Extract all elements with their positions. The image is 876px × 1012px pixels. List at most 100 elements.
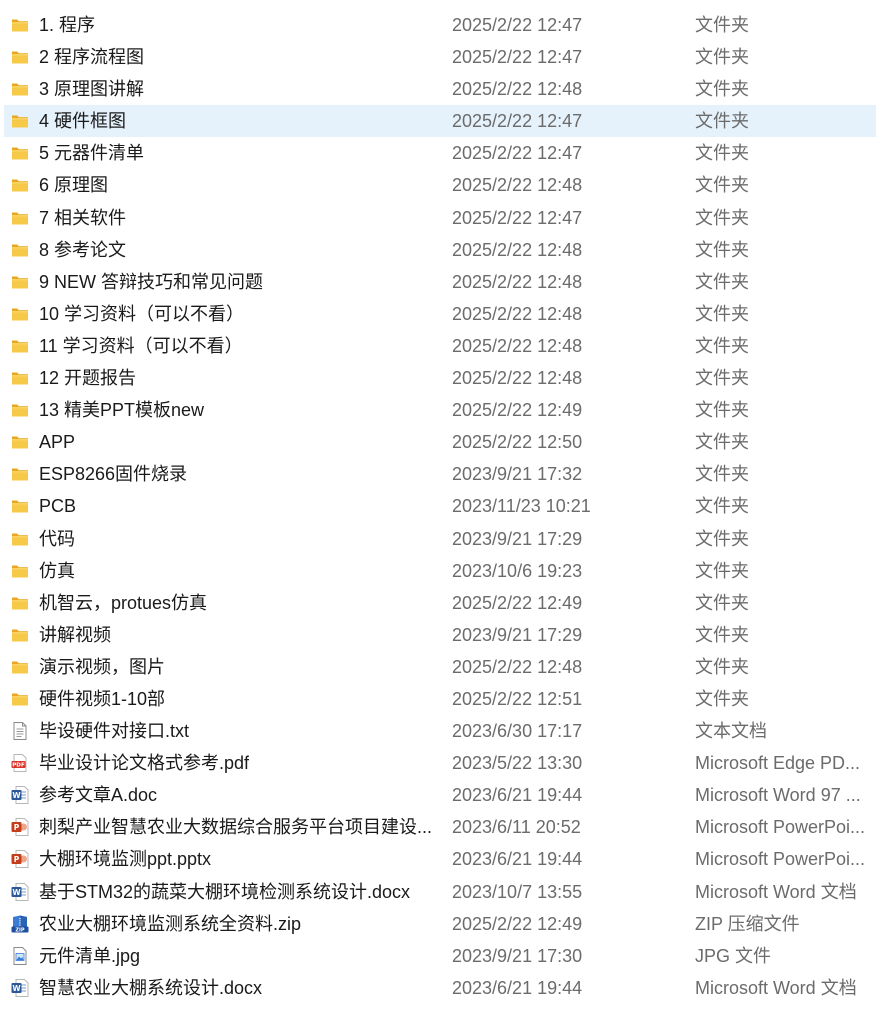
folder-icon — [10, 143, 30, 163]
file-type: 文件夹 — [695, 303, 749, 324]
file-row[interactable]: W 智慧农业大棚系统设计.docx 2023/6/21 19:44 Microsoft… — [0, 972, 876, 1004]
file-row[interactable]: 机智云，protues仿真 2025/2/22 12:49 文件夹 — [0, 587, 876, 619]
word-file-icon: W — [10, 978, 30, 998]
file-row[interactable]: 仿真 2023/10/6 19:23 文件夹 — [0, 555, 876, 587]
folder-icon — [10, 464, 30, 484]
file-name: 代码 — [39, 528, 75, 549]
file-name: 刺梨产业智慧农业大数据综合服务平台项目建设... — [39, 817, 433, 838]
file-date-modified: 2025/2/22 12:49 — [452, 400, 583, 421]
file-date-modified: 2025/2/22 12:49 — [452, 592, 583, 613]
file-date-modified: 2025/2/22 12:49 — [452, 913, 583, 934]
folder-icon — [10, 496, 30, 516]
folder-icon — [10, 657, 30, 677]
file-row[interactable]: 2 程序流程图 2025/2/22 12:47 文件夹 — [0, 41, 876, 73]
file-name: 基于STM32的蔬菜大棚环境检测系统设计.docx — [39, 881, 411, 902]
file-name: 农业大棚环境监测系统全资料.zip — [39, 913, 302, 934]
folder-icon — [10, 529, 30, 549]
file-row[interactable]: P 刺梨产业智慧农业大数据综合服务平台项目建设... 2023/6/11 20:52… — [0, 811, 876, 843]
file-name: 3 原理图讲解 — [39, 79, 145, 100]
file-row[interactable]: 4 硬件框图 2025/2/22 12:47 文件夹 — [0, 105, 876, 138]
file-type: 文件夹 — [695, 432, 749, 453]
file-type: 文件夹 — [695, 528, 749, 549]
file-date-modified: 2023/6/21 19:44 — [452, 977, 583, 998]
file-name: ESP8266固件烧录 — [39, 464, 188, 485]
folder-icon — [10, 175, 30, 195]
file-date-modified: 2023/6/30 17:17 — [452, 721, 583, 742]
file-type: 文件夹 — [695, 143, 749, 164]
svg-text:ZIP: ZIP — [15, 927, 24, 933]
file-date-modified: 2025/2/22 12:48 — [452, 368, 583, 389]
file-date-modified: 2023/10/7 13:55 — [452, 881, 583, 902]
file-name: 仿真 — [39, 560, 75, 581]
svg-text:W: W — [12, 984, 21, 993]
file-name: 6 原理图 — [39, 175, 109, 196]
file-type: 文件夹 — [695, 496, 749, 517]
file-name: 9 NEW 答辩技巧和常见问题 — [39, 271, 264, 292]
file-name: 毕设硬件对接口.txt — [39, 721, 190, 742]
file-row[interactable]: ESP8266固件烧录 2023/9/21 17:32 文件夹 — [0, 458, 876, 490]
file-date-modified: 2023/10/6 19:23 — [452, 560, 583, 581]
file-row[interactable]: 9 NEW 答辩技巧和常见问题 2025/2/22 12:48 文件夹 — [0, 266, 876, 298]
file-date-modified: 2023/9/21 17:29 — [452, 624, 583, 645]
folder-icon — [10, 336, 30, 356]
file-type: 文件夹 — [695, 207, 749, 228]
file-date-modified: 2023/6/21 19:44 — [452, 849, 583, 870]
folder-icon — [10, 15, 30, 35]
file-row[interactable]: 1. 程序 2025/2/22 12:47 文件夹 — [0, 9, 876, 41]
file-type: 文件夹 — [695, 464, 749, 485]
file-date-modified: 2025/2/22 12:47 — [452, 207, 583, 228]
file-row[interactable]: 11 学习资料（可以不看） 2025/2/22 12:48 文件夹 — [0, 330, 876, 362]
file-row[interactable]: 10 学习资料（可以不看） 2025/2/22 12:48 文件夹 — [0, 298, 876, 330]
file-row[interactable]: 12 开题报告 2025/2/22 12:48 文件夹 — [0, 362, 876, 394]
file-row[interactable]: 演示视频，图片 2025/2/22 12:48 文件夹 — [0, 651, 876, 683]
file-type: 文件夹 — [695, 592, 749, 613]
file-row[interactable]: 元件清单.jpg 2023/9/21 17:30 JPG 文件 — [0, 940, 876, 972]
file-row[interactable]: 硬件视频1-10部 2025/2/22 12:51 文件夹 — [0, 683, 876, 715]
file-date-modified: 2025/2/22 12:50 — [452, 432, 583, 453]
file-type: Microsoft PowerPoi... — [695, 849, 866, 870]
file-name: 智慧农业大棚系统设计.docx — [39, 977, 263, 998]
folder-icon — [10, 400, 30, 420]
svg-text:PDF: PDF — [12, 763, 25, 769]
file-row[interactable]: 毕设硬件对接口.txt 2023/6/30 17:17 文本文档 — [0, 715, 876, 747]
file-row[interactable]: APP 2025/2/22 12:50 文件夹 — [0, 426, 876, 458]
file-type: Microsoft Word 97 ... — [695, 785, 861, 806]
folder-icon — [10, 625, 30, 645]
file-name: 2 程序流程图 — [39, 47, 145, 68]
file-date-modified: 2025/2/22 12:47 — [452, 47, 583, 68]
file-row[interactable]: ZIP 农业大棚环境监测系统全资料.zip 2025/2/22 12:49 ZIP 压… — [0, 908, 876, 940]
file-row[interactable]: PDF 毕业设计论文格式参考.pdf 2023/5/22 13:30 Microsof… — [0, 747, 876, 779]
word-file-icon: W — [10, 882, 30, 902]
file-row[interactable]: 3 原理图讲解 2025/2/22 12:48 文件夹 — [0, 73, 876, 105]
file-date-modified: 2025/2/22 12:51 — [452, 688, 583, 709]
file-row[interactable]: 5 元器件清单 2025/2/22 12:47 文件夹 — [0, 137, 876, 169]
file-name: 7 相关软件 — [39, 207, 127, 228]
file-date-modified: 2023/5/22 13:30 — [452, 753, 583, 774]
file-row[interactable]: W 参考文章A.doc 2023/6/21 19:44 Microsoft Word … — [0, 779, 876, 811]
file-row[interactable]: 讲解视频 2023/9/21 17:29 文件夹 — [0, 619, 876, 651]
file-type: 文件夹 — [695, 335, 749, 356]
file-row[interactable]: W 基于STM32的蔬菜大棚环境检测系统设计.docx 2023/10/7 13:5… — [0, 876, 876, 908]
file-date-modified: 2025/2/22 12:48 — [452, 175, 583, 196]
file-row[interactable]: 7 相关软件 2025/2/22 12:47 文件夹 — [0, 202, 876, 234]
file-type: 文件夹 — [695, 560, 749, 581]
file-row[interactable]: P 大棚环境监测ppt.pptx 2023/6/21 19:44 Microsoft … — [0, 843, 876, 875]
file-type: 文件夹 — [695, 688, 749, 709]
file-type: 文件夹 — [695, 656, 749, 677]
file-explorer-window: { "files": [ {"name": "1. 程序", "date": "… — [0, 0, 876, 1012]
file-type: 文件夹 — [695, 271, 749, 292]
file-name: 10 学习资料（可以不看） — [39, 303, 245, 324]
file-type: Microsoft PowerPoi... — [695, 817, 866, 838]
file-name: 机智云，protues仿真 — [39, 592, 208, 613]
file-row[interactable]: PCB 2023/11/23 10:21 文件夹 — [0, 490, 876, 522]
file-name: APP — [39, 432, 76, 453]
file-name: PCB — [39, 496, 77, 517]
folder-icon — [10, 111, 30, 131]
text-file-icon — [10, 721, 30, 741]
file-row[interactable]: 6 原理图 2025/2/22 12:48 文件夹 — [0, 169, 876, 201]
file-row[interactable]: 13 精美PPT模板new 2025/2/22 12:49 文件夹 — [0, 394, 876, 426]
file-row[interactable]: 代码 2023/9/21 17:29 文件夹 — [0, 523, 876, 555]
file-type: 文件夹 — [695, 624, 749, 645]
file-name: 元件清单.jpg — [39, 945, 141, 966]
file-row[interactable]: 8 参考论文 2025/2/22 12:48 文件夹 — [0, 234, 876, 266]
